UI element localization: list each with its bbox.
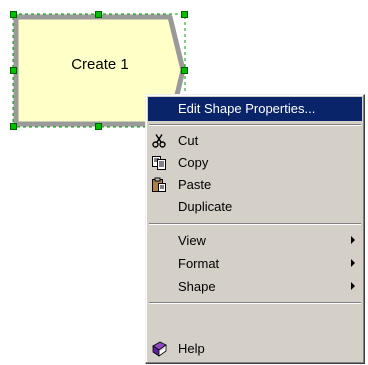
menu-item-label: Format [178,256,220,271]
menu-item-label: Edit Shape Properties... [178,101,316,116]
menu-item-copy[interactable]: Copy [148,151,362,175]
scissors-icon [152,134,166,148]
menu-item-cut[interactable]: Cut [148,129,362,153]
context-menu: Edit Shape Properties... Cut Copy Paste … [145,94,365,364]
menu-separator [149,223,361,225]
menu-item-label: View [178,233,206,248]
menu-item-view[interactable]: View [148,229,362,253]
menu-item-label: Duplicate [178,199,233,214]
help-book-icon [152,341,167,357]
resize-handle-bottom[interactable] [95,123,102,130]
menu-item-paste[interactable]: Paste [148,173,362,197]
create-shape-label: Create 1 [71,56,129,73]
menu-item-format[interactable]: Format [148,252,362,276]
resize-handle-top[interactable] [95,11,102,18]
menu-item-shape[interactable]: Shape [148,275,362,299]
paste-icon [152,177,166,192]
menu-item-label: Shape [178,279,216,294]
resize-handle-top-left[interactable] [10,11,17,18]
drawing-canvas[interactable]: Create 1 Edit Shape Properties... Cut Co… [0,0,368,365]
submenu-arrow-icon [351,282,355,290]
menu-item-help[interactable]: Help [148,337,362,361]
menu-item-label: Paste [178,177,212,192]
submenu-arrow-icon [351,259,355,267]
resize-handle-bottom-left[interactable] [10,123,17,130]
menu-separator [149,302,361,304]
menu-item-label: Cut [178,133,199,148]
menu-item-label: Copy [178,155,209,170]
menu-item-duplicate[interactable]: Duplicate [148,195,362,219]
menu-item-label: Help [178,341,205,356]
resize-handle-left[interactable] [10,67,17,74]
resize-handle-top-right[interactable] [181,11,188,18]
resize-handle-right[interactable] [181,67,188,74]
menu-item-edit-shape-properties[interactable]: Edit Shape Properties... [148,97,362,121]
copy-icon [152,156,166,170]
submenu-arrow-icon [351,236,355,244]
menu-separator [149,124,361,126]
